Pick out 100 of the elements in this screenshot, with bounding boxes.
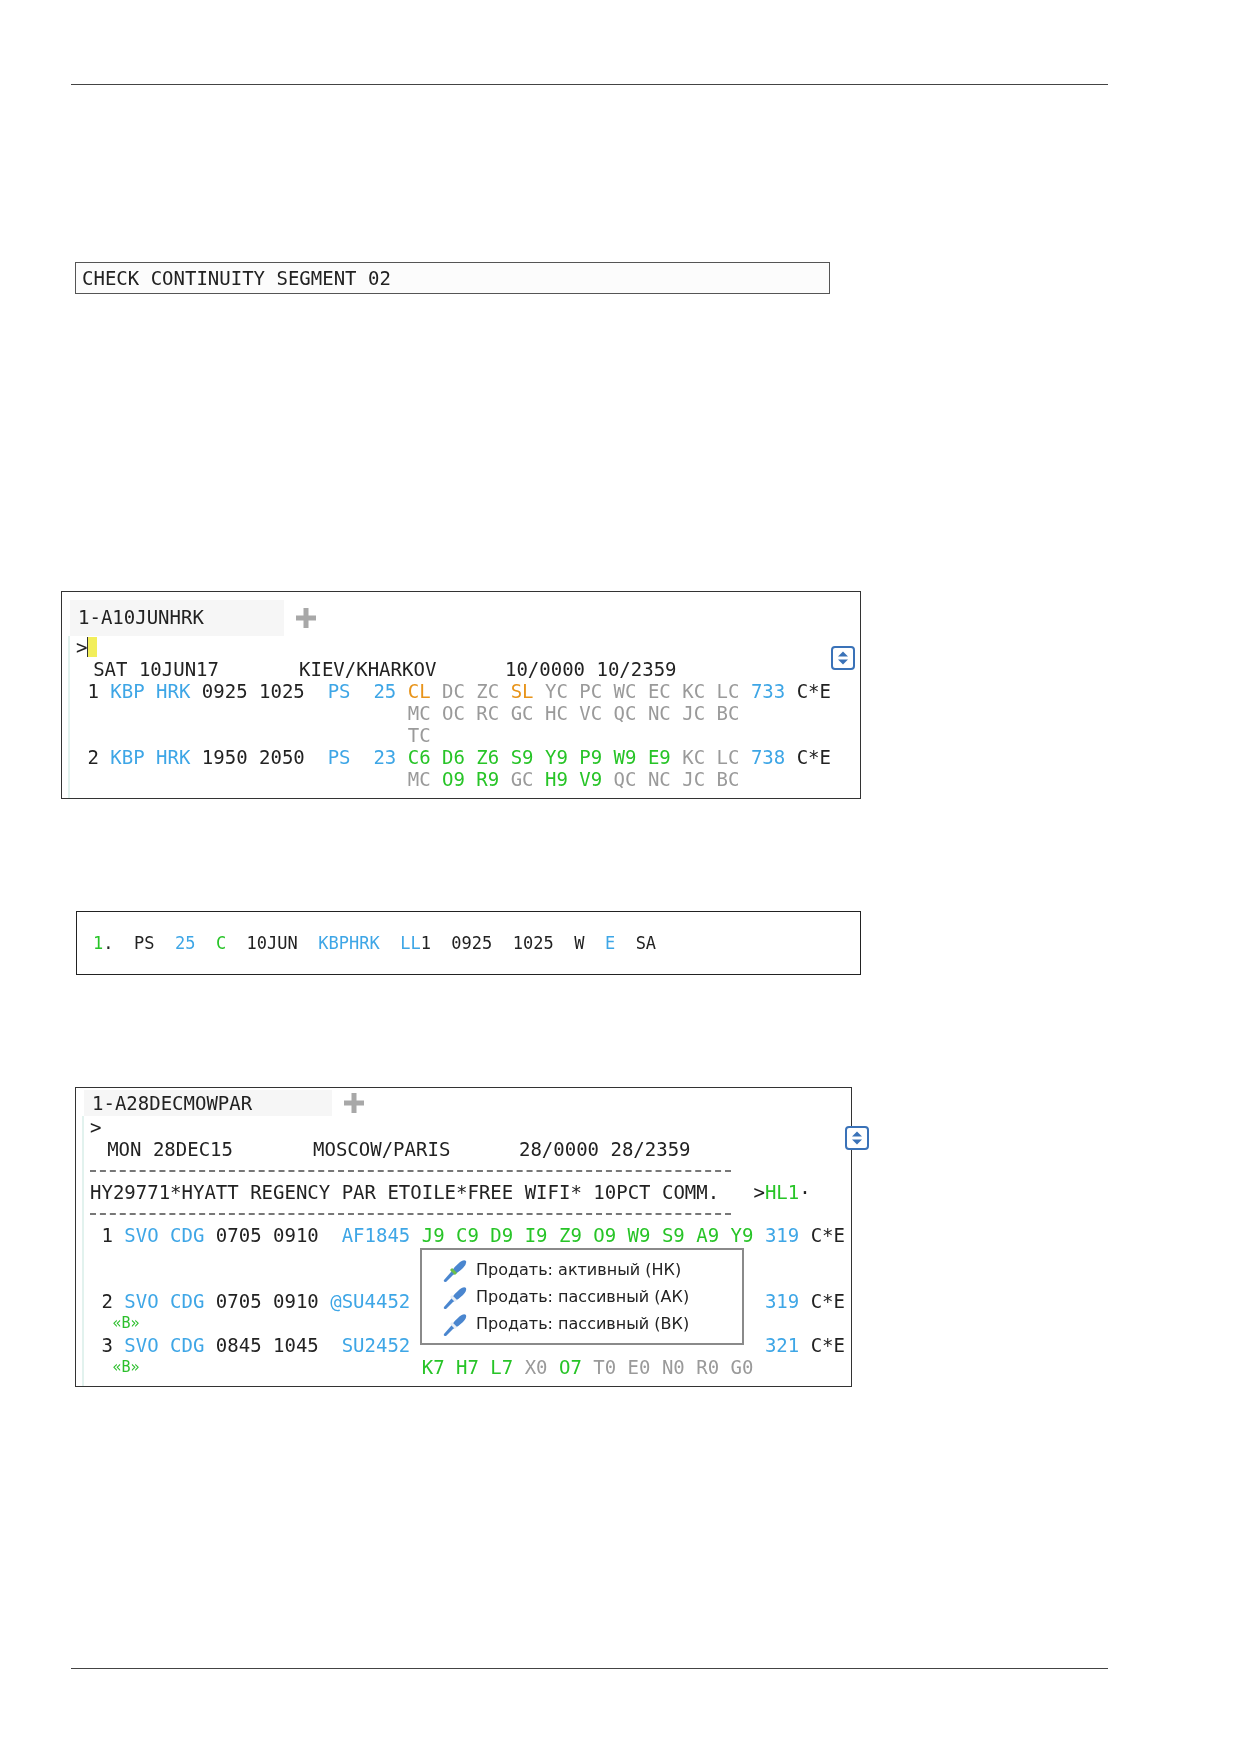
airline-code[interactable]: PS (327, 680, 351, 702)
booking-class[interactable]: W9 (627, 1224, 651, 1246)
terminal-tab[interactable]: 1-A28DECMOWPAR (84, 1090, 333, 1116)
booking-class[interactable]: E9 (647, 746, 671, 768)
booking-class[interactable]: L7 (490, 1356, 514, 1378)
booking-class[interactable]: BC (716, 768, 740, 790)
booking-class[interactable]: JC (682, 768, 706, 790)
segment-number: 2 (86, 746, 99, 768)
booking-class[interactable]: N0 (661, 1356, 685, 1378)
booking-class[interactable]: H9 (544, 768, 568, 790)
scroll-toggle-icon[interactable] (830, 646, 855, 670)
booking-class[interactable]: D6 (442, 746, 465, 768)
booking-class[interactable]: QC (613, 768, 637, 790)
departure-time: 0705 (215, 1224, 262, 1246)
airline-code[interactable]: PS (327, 746, 351, 768)
booking-class[interactable]: O7 (558, 1356, 582, 1378)
aircraft-type[interactable]: 319 (764, 1224, 811, 1246)
airport-code[interactable]: KBP (110, 746, 145, 768)
booking-class[interactable]: Y9 (544, 746, 568, 768)
booking-class[interactable]: GC (510, 768, 534, 790)
booking-class[interactable]: VC (579, 702, 603, 724)
flight-number[interactable]: AF1845 (341, 1224, 411, 1246)
aircraft-type[interactable]: 321 (764, 1334, 811, 1356)
departure-time: 1950 (201, 746, 248, 768)
aircraft-type[interactable]: 738 (750, 746, 797, 768)
booking-class[interactable]: ZC (476, 680, 500, 702)
flight-number[interactable]: SU2452 (341, 1334, 411, 1356)
booking-class[interactable]: A9 (696, 1224, 720, 1246)
booking-class[interactable]: JC (682, 702, 706, 724)
booking-class[interactable]: O9 (442, 768, 465, 790)
airport-code[interactable]: SVO (124, 1334, 159, 1356)
flight-number[interactable]: @SU4452 (330, 1290, 411, 1312)
booking-class[interactable]: LC (716, 680, 740, 702)
booking-class[interactable]: OC (442, 702, 465, 724)
booking-class[interactable]: Z9 (558, 1224, 582, 1246)
airport-code[interactable]: KBP (110, 680, 145, 702)
airport-code[interactable]: SVO (124, 1290, 159, 1312)
booking-class[interactable]: YC (544, 680, 568, 702)
booking-class[interactable]: DC (442, 680, 465, 702)
booking-class[interactable]: LC (716, 746, 740, 768)
booking-class[interactable]: X0 (524, 1356, 548, 1378)
airport-code[interactable]: HRK (156, 680, 191, 702)
hotel-text: HY29771*HYATT REGENCY PAR ETOILE*FREE WIFI* 10PCT COMM. (90, 1181, 720, 1203)
booking-class[interactable]: CL (407, 680, 431, 702)
booking-class[interactable]: P9 (579, 746, 603, 768)
booking-class[interactable]: O9 (593, 1224, 617, 1246)
booking-class[interactable]: MC (407, 768, 431, 790)
booking-class[interactable]: MC (407, 702, 431, 724)
aircraft-type[interactable]: 733 (750, 680, 797, 702)
booking-class[interactable]: EC (647, 680, 671, 702)
airport-code[interactable]: HRK (156, 746, 191, 768)
terminal-tab[interactable]: 1-A10JUNHRK (70, 600, 284, 636)
route-text: KIEV/KHARKOV (299, 658, 438, 680)
booking-class[interactable]: R9 (476, 768, 500, 790)
hotel-command[interactable]: >HL1· (753, 1181, 811, 1203)
booking-class[interactable]: RC (476, 702, 500, 724)
menu-item[interactable]: Продать: пассивный (ВК) (422, 1310, 742, 1337)
booking-class[interactable]: Z6 (476, 746, 500, 768)
booking-class[interactable]: BC (716, 702, 740, 724)
booking-field: 1. (93, 933, 114, 953)
aircraft-type[interactable]: 319 (764, 1290, 811, 1312)
booking-class[interactable]: T0 (593, 1356, 617, 1378)
scroll-toggle-icon[interactable] (844, 1126, 869, 1150)
booking-class[interactable]: WC (613, 680, 637, 702)
booking-class[interactable]: R0 (696, 1356, 720, 1378)
booking-class[interactable]: KC (682, 680, 706, 702)
booking-class[interactable]: C6 (407, 746, 431, 768)
booking-class[interactable]: G0 (730, 1356, 754, 1378)
booking-class[interactable]: QC (613, 702, 637, 724)
menu-item[interactable]: Продать: пассивный (АК) (422, 1283, 742, 1310)
airport-code[interactable]: CDG (170, 1290, 205, 1312)
departure-time: 0845 (215, 1334, 262, 1356)
booking-class[interactable]: C9 (456, 1224, 479, 1246)
booking-class[interactable]: NC (647, 768, 671, 790)
booking-class[interactable]: W9 (613, 746, 637, 768)
airport-code[interactable]: SVO (124, 1224, 159, 1246)
booking-class[interactable]: V9 (579, 768, 603, 790)
time-window-text: 28/0000 28/2359 (518, 1138, 692, 1160)
booking-class[interactable]: D9 (490, 1224, 514, 1246)
airport-code[interactable]: CDG (170, 1334, 205, 1356)
booking-class[interactable]: NC (647, 702, 671, 724)
airport-code[interactable]: CDG (170, 1224, 205, 1246)
menu-item[interactable]: Продать: активный (НК) (422, 1256, 742, 1283)
booking-field: 25 (174, 933, 196, 953)
booking-class[interactable]: H7 (456, 1356, 479, 1378)
booking-class[interactable]: HC (544, 702, 568, 724)
booking-class[interactable]: J9 (421, 1224, 445, 1246)
booking-class[interactable]: I9 (524, 1224, 548, 1246)
booking-class[interactable]: TC (407, 724, 431, 746)
booking-class[interactable]: PC (579, 680, 603, 702)
booking-class[interactable]: Y9 (730, 1224, 754, 1246)
booking-class[interactable]: GC (510, 702, 534, 724)
flight-number[interactable]: 23 (373, 746, 397, 768)
booking-class[interactable]: KC (682, 746, 706, 768)
booking-class[interactable]: K7 (421, 1356, 445, 1378)
booking-class[interactable]: SL (510, 680, 534, 702)
flight-number[interactable]: 25 (373, 680, 397, 702)
booking-class[interactable]: S9 (510, 746, 534, 768)
booking-class[interactable]: S9 (661, 1224, 685, 1246)
booking-class[interactable]: E0 (627, 1356, 651, 1378)
